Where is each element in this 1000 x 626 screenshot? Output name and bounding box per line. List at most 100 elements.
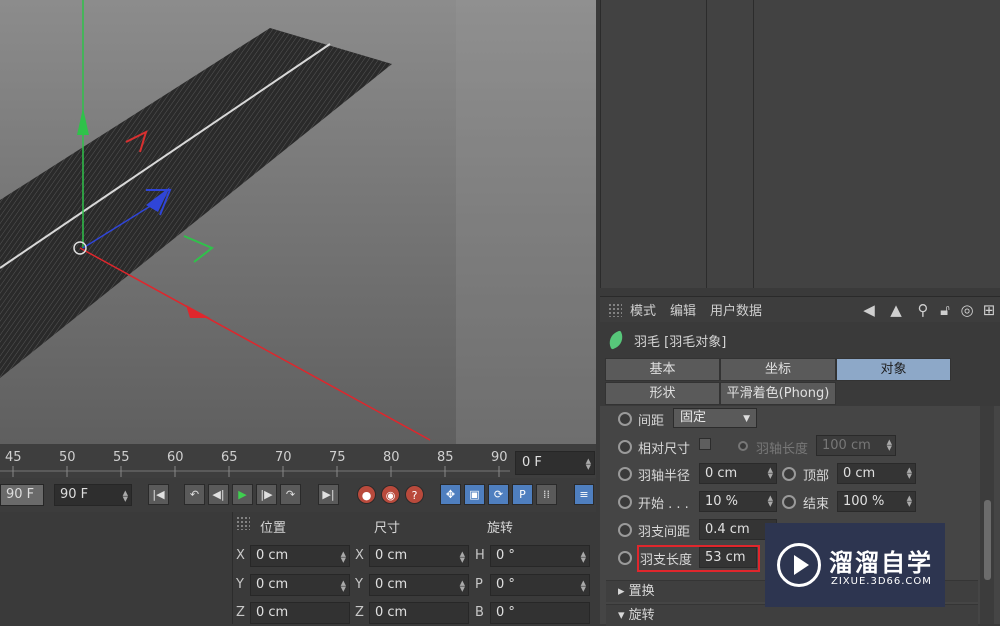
spinner-icon[interactable]: ▲▼ <box>341 551 346 564</box>
end-frame-field[interactable]: 90 F ▲ ▼ <box>54 484 132 506</box>
tab-coord[interactable]: 坐标 <box>720 358 836 381</box>
watermark-url: ZIXUE.3D66.COM <box>831 576 932 587</box>
tick-75: 75 <box>329 450 346 465</box>
start-value: 10 % <box>705 494 739 509</box>
top-value: 0 cm <box>843 466 876 481</box>
pos-y-value: 0 cm <box>256 577 289 592</box>
rot-b-label: B <box>475 605 484 620</box>
spinner-icon[interactable]: ▲▼ <box>460 580 465 593</box>
timeline-ruler[interactable]: 45 50 55 60 65 70 75 80 85 90 <box>0 444 596 478</box>
header-position: 位置 <box>260 521 287 536</box>
pos-x-value: 0 cm <box>256 548 289 563</box>
rot-b-value: 0 ° <box>496 605 515 620</box>
lock-icon[interactable]: 🔓︎ <box>934 301 956 319</box>
pos-z-field[interactable]: 0 cm <box>250 602 350 624</box>
size-x-label: X <box>355 548 364 563</box>
end-label: 结束 <box>803 497 830 512</box>
tab-basic[interactable]: 基本 <box>605 358 720 381</box>
current-frame-value: 0 F <box>522 455 542 470</box>
next-frame-icon[interactable]: |▶ <box>256 484 277 505</box>
triangle-down-icon: ▾ <box>618 608 629 623</box>
move-key-icon[interactable]: ✥ <box>440 484 461 505</box>
3d-viewport[interactable] <box>0 0 596 444</box>
rot-p-field[interactable]: 0 ° ▲ ▼ <box>490 574 590 596</box>
arrow-up-icon[interactable]: ▲ <box>880 301 912 319</box>
tab-phong[interactable]: 平滑着色(Phong) <box>720 382 836 405</box>
object-manager-panel[interactable] <box>600 0 1000 288</box>
prev-frame-icon[interactable]: ◀| <box>208 484 229 505</box>
size-x-field[interactable]: 0 cm ▲ ▼ <box>369 545 469 567</box>
tick-60: 60 <box>167 450 184 465</box>
spinner-icon[interactable]: ▲▼ <box>907 467 912 480</box>
end-radio[interactable] <box>782 495 796 509</box>
spacing-dropdown[interactable]: 固定 ▼ <box>673 408 757 428</box>
current-frame-field[interactable]: 0 F ▲ ▼ <box>515 451 595 475</box>
rot-b-field[interactable]: 0 ° <box>490 602 590 624</box>
keyframe-help-icon[interactable]: ? <box>405 485 424 504</box>
menu-mode[interactable]: 模式 <box>630 300 656 319</box>
add-icon[interactable]: ⊞ <box>978 301 1000 319</box>
highlight-box <box>637 545 760 572</box>
feather-mesh <box>0 28 392 378</box>
timeline-menu-icon[interactable]: ≡ <box>574 484 594 505</box>
autokey-icon[interactable]: ◉ <box>381 485 400 504</box>
top-field[interactable]: 0 cm ▲ ▼ <box>837 463 916 484</box>
shaft-length-radio[interactable] <box>738 441 748 451</box>
menu-user-data[interactable]: 用户数据 <box>710 300 762 319</box>
top-radio[interactable] <box>782 467 796 481</box>
shaft-length-field[interactable]: 100 cm ▲ ▼ <box>816 435 896 456</box>
spinner-icon[interactable]: ▲▼ <box>460 551 465 564</box>
end-value: 100 % <box>843 494 885 509</box>
spinner-icon[interactable]: ▲▼ <box>123 490 128 503</box>
scrollbar-thumb[interactable] <box>984 500 991 580</box>
rotate-key-icon[interactable]: ⟳ <box>488 484 509 505</box>
target-icon[interactable]: ◎ <box>956 301 978 319</box>
scale-key-icon[interactable]: ▣ <box>464 484 485 505</box>
grid-key-icon[interactable]: ⁞⁞ <box>536 484 557 505</box>
rot-h-label: H <box>475 548 485 563</box>
spinner-icon[interactable]: ▲▼ <box>581 551 586 564</box>
rot-h-field[interactable]: 0 ° ▲ ▼ <box>490 545 590 567</box>
start-frame-field[interactable]: 90 F <box>0 484 44 506</box>
shaft-radius-value: 0 cm <box>705 466 738 481</box>
section-rotation[interactable]: ▾ 旋转 <box>606 604 978 626</box>
spinner-icon[interactable]: ▲▼ <box>586 458 591 471</box>
spinner-icon[interactable]: ▲▼ <box>768 495 773 508</box>
start-frame-value: 90 F <box>6 487 35 502</box>
relative-size-checkbox[interactable] <box>699 438 711 450</box>
relative-size-radio[interactable] <box>618 440 632 454</box>
next-key-icon[interactable]: ↷ <box>280 484 301 505</box>
search-icon[interactable]: ⚲ <box>912 301 934 319</box>
barb-spacing-radio[interactable] <box>618 523 632 537</box>
spacing-value: 固定 <box>680 410 707 425</box>
prev-key-icon[interactable]: ↶ <box>184 484 205 505</box>
tab-object[interactable]: 对象 <box>836 358 951 381</box>
spacing-keyframe-radio[interactable] <box>618 412 632 426</box>
tick-65: 65 <box>221 450 238 465</box>
tab-shape[interactable]: 形状 <box>605 382 720 405</box>
size-z-field[interactable]: 0 cm <box>369 602 469 624</box>
goto-end-icon[interactable]: ▶| <box>318 484 339 505</box>
goto-start-icon[interactable]: |◀ <box>148 484 169 505</box>
menu-edit[interactable]: 编辑 <box>670 300 696 319</box>
pos-x-field[interactable]: 0 cm ▲ ▼ <box>250 545 350 567</box>
barb-length-radio[interactable] <box>618 551 632 565</box>
attribute-menubar: 模式 编辑 用户数据 ◀ ▲ ⚲ 🔓︎ ◎ ⊞ <box>600 296 1000 322</box>
param-key-icon[interactable]: P <box>512 484 533 505</box>
shaft-radius-field[interactable]: 0 cm ▲ ▼ <box>699 463 777 484</box>
spinner-icon[interactable]: ▲▼ <box>768 467 773 480</box>
spinner-icon[interactable]: ▲▼ <box>341 580 346 593</box>
tick-85: 85 <box>437 450 454 465</box>
record-icon[interactable]: ● <box>357 485 376 504</box>
size-y-field[interactable]: 0 cm ▲ ▼ <box>369 574 469 596</box>
shaft-radius-radio[interactable] <box>618 467 632 481</box>
arrow-left-icon[interactable]: ◀ <box>858 301 880 319</box>
play-icon[interactable]: ▶ <box>232 484 253 505</box>
spinner-icon[interactable]: ▲▼ <box>907 495 912 508</box>
start-radio[interactable] <box>618 495 632 509</box>
pos-y-field[interactable]: 0 cm ▲ ▼ <box>250 574 350 596</box>
end-field[interactable]: 100 % ▲ ▼ <box>837 491 916 512</box>
spinner-icon[interactable]: ▲▼ <box>887 439 892 452</box>
start-field[interactable]: 10 % ▲ ▼ <box>699 491 777 512</box>
spinner-icon[interactable]: ▲▼ <box>581 580 586 593</box>
